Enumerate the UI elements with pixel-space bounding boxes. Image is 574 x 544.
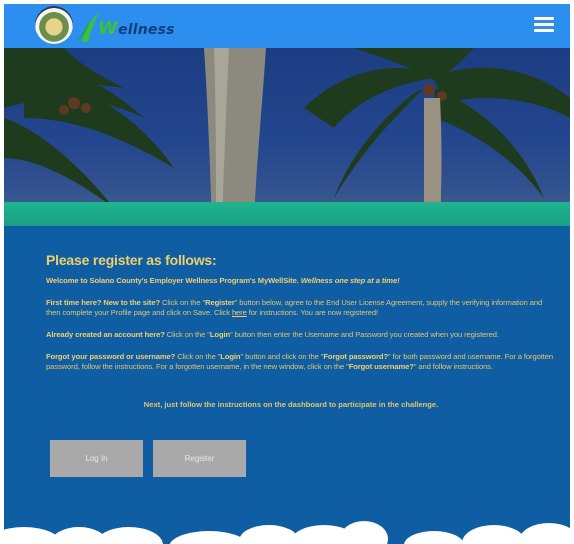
login-button[interactable]: Log In bbox=[50, 440, 143, 477]
forgot-login-word: Login bbox=[220, 352, 241, 361]
registration-instructions: Please register as follows: Welcome to S… bbox=[46, 252, 556, 384]
wellness-logo-text[interactable]: Wellness bbox=[98, 18, 175, 39]
already-lead: Already created an account here? bbox=[46, 330, 165, 339]
forgot-text-b: " button and click on the " bbox=[240, 352, 324, 361]
site-header: Wellness bbox=[4, 4, 570, 48]
first-time-paragraph: First time here? New to the site? Click … bbox=[46, 298, 556, 318]
logo-text-rest: ellness bbox=[118, 22, 175, 38]
county-seal-logo[interactable] bbox=[35, 6, 73, 44]
forgot-lead: Forgot your password or username? bbox=[46, 352, 176, 361]
welcome-emphasis: Wellness one step at a time! bbox=[300, 276, 400, 285]
forgot-text-a: Click on the " bbox=[175, 352, 221, 361]
already-login-word: Login bbox=[209, 330, 231, 339]
first-time-text-c: for instructions. You are now registered… bbox=[246, 308, 379, 317]
forgot-paragraph: Forgot your password or username? Click … bbox=[46, 352, 556, 372]
next-instructions-line: Next, just follow the instructions on th… bbox=[143, 400, 439, 409]
welcome-text: Welcome to Solano County's Employer Well… bbox=[46, 276, 299, 285]
logo-letter-w: W bbox=[98, 18, 119, 39]
forgot-password-word: Forgot password? bbox=[323, 352, 389, 361]
forgot-username-word: Forgot username? bbox=[348, 362, 414, 371]
forgot-text-d: " and follow instructions. bbox=[413, 362, 493, 371]
palm-trees-illustration bbox=[4, 48, 570, 223]
instructions-here-link[interactable]: here bbox=[232, 308, 247, 317]
first-time-register-word: Register bbox=[205, 298, 235, 307]
already-text-a: Click on the " bbox=[164, 330, 210, 339]
first-time-lead: First time here? New to the site? bbox=[46, 298, 161, 307]
page-frame: Wellness Please register as follows: Wel… bbox=[4, 4, 570, 544]
hero-palm-image bbox=[4, 48, 570, 223]
clouds-decoration bbox=[4, 521, 570, 544]
register-button[interactable]: Register bbox=[153, 440, 246, 477]
green-accent-band bbox=[4, 202, 570, 226]
first-time-text-a: Click on the " bbox=[160, 298, 206, 307]
already-text-b: " button then enter the Username and Pas… bbox=[230, 330, 499, 339]
hamburger-menu-icon[interactable] bbox=[534, 17, 554, 35]
already-account-paragraph: Already created an account here? Click o… bbox=[46, 330, 556, 340]
page-title: Please register as follows: bbox=[46, 252, 217, 268]
welcome-paragraph: Welcome to Solano County's Employer Well… bbox=[46, 276, 556, 286]
